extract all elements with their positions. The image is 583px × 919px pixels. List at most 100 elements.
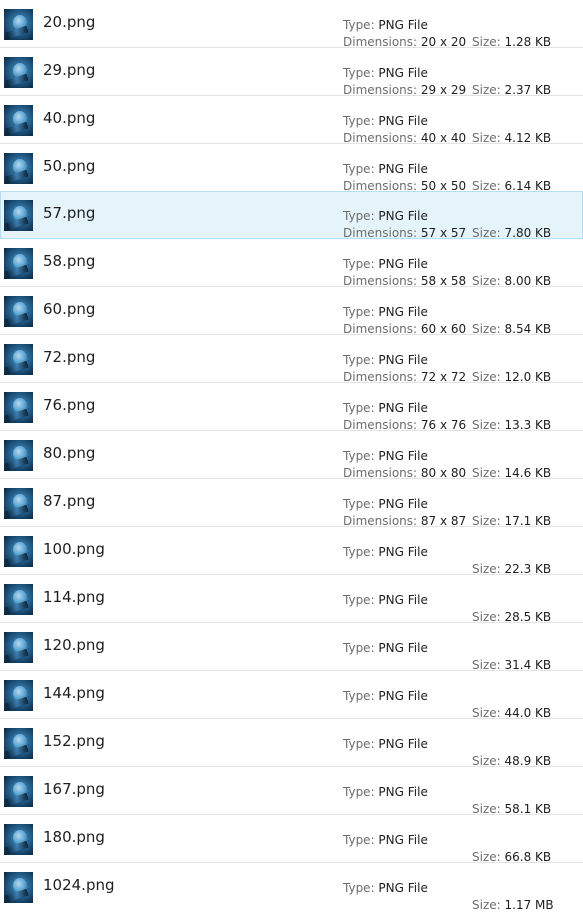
dimensions-label: Dimensions:: [343, 274, 421, 288]
image-thumbnail-icon: [4, 728, 33, 759]
dimensions-value: 57 x 57: [420, 226, 467, 240]
file-type: Type: PNG File: [343, 833, 428, 848]
file-name: 57.png: [43, 204, 96, 222]
file-type: Type: PNG File: [343, 593, 428, 608]
size-value: 48.9 KB: [504, 754, 552, 768]
size-value: 58.1 KB: [504, 802, 552, 816]
image-thumbnail-icon: [4, 57, 33, 88]
file-name: 167.png: [43, 780, 105, 798]
file-name: 100.png: [43, 540, 105, 558]
size-value: 14.6 KB: [504, 466, 552, 480]
type-value: PNG File: [378, 593, 428, 607]
size-label: Size:: [472, 754, 505, 768]
file-row[interactable]: 40.png Type: PNG File Dimensions: 40 x 4…: [0, 96, 583, 145]
type-label: Type:: [343, 449, 379, 463]
file-name: 144.png: [43, 684, 105, 702]
image-thumbnail-icon: [4, 392, 33, 423]
file-type: Type: PNG File: [343, 545, 428, 560]
image-thumbnail-icon: [4, 153, 33, 184]
file-name: 114.png: [43, 588, 105, 606]
file-row[interactable]: 144.png Type: PNG File Size: 44.0 KB: [0, 671, 583, 720]
image-thumbnail-icon: [4, 824, 33, 855]
dimensions-value: 20 x 20: [420, 35, 467, 49]
file-row[interactable]: 76.png Type: PNG File Dimensions: 76 x 7…: [0, 383, 583, 432]
size-value: 12.0 KB: [504, 370, 552, 384]
file-type: Type: PNG File: [343, 305, 428, 320]
file-row[interactable]: 57.png Type: PNG File Dimensions: 57 x 5…: [0, 191, 583, 240]
size-label: Size:: [472, 850, 505, 864]
type-label: Type:: [343, 833, 379, 847]
file-row[interactable]: 120.png Type: PNG File Size: 31.4 KB: [0, 623, 583, 672]
size-value: 2.37 KB: [504, 83, 552, 97]
file-type: Type: PNG File: [343, 209, 428, 224]
file-list: 20.png Type: PNG File Dimensions: 20 x 2…: [0, 0, 583, 912]
file-name: 80.png: [43, 444, 96, 462]
image-thumbnail-icon: [4, 584, 33, 615]
dimensions-value: 58 x 58: [420, 274, 467, 288]
file-row[interactable]: 1024.png Type: PNG File Size: 1.17 MB: [0, 863, 583, 912]
size-label: Size:: [472, 706, 505, 720]
type-value: PNG File: [378, 353, 428, 367]
file-row[interactable]: 29.png Type: PNG File Dimensions: 29 x 2…: [0, 48, 583, 97]
file-name: 76.png: [43, 396, 96, 414]
dimensions-value: 87 x 87: [420, 514, 467, 528]
file-row[interactable]: 152.png Type: PNG File Size: 48.9 KB: [0, 719, 583, 768]
file-type: Type: PNG File: [343, 449, 428, 464]
size-label: Size:: [472, 418, 505, 432]
size-value: 13.3 KB: [504, 418, 552, 432]
file-row[interactable]: 50.png Type: PNG File Dimensions: 50 x 5…: [0, 144, 583, 193]
dimensions-value: 76 x 76: [420, 418, 467, 432]
size-value: 44.0 KB: [504, 706, 552, 720]
file-type: Type: PNG File: [343, 641, 428, 656]
size-value: 8.54 KB: [504, 322, 552, 336]
type-label: Type:: [343, 785, 379, 799]
file-name: 120.png: [43, 636, 105, 654]
file-name: 29.png: [43, 61, 96, 79]
type-value: PNG File: [378, 449, 428, 463]
dimensions-value: 29 x 29: [420, 83, 467, 97]
file-row[interactable]: 100.png Type: PNG File Size: 22.3 KB: [0, 527, 583, 576]
type-label: Type:: [343, 689, 379, 703]
size-value: 1.28 KB: [504, 35, 552, 49]
size-label: Size:: [472, 370, 505, 384]
image-thumbnail-icon: [4, 536, 33, 567]
dimensions-label: Dimensions:: [343, 35, 421, 49]
image-thumbnail-icon: [4, 105, 33, 136]
image-thumbnail-icon: [4, 776, 33, 807]
image-thumbnail-icon: [4, 488, 33, 519]
dimensions-label: Dimensions:: [343, 370, 421, 384]
file-row[interactable]: 20.png Type: PNG File Dimensions: 20 x 2…: [0, 0, 583, 49]
file-type: Type: PNG File: [343, 689, 428, 704]
size-value: 7.80 KB: [504, 226, 552, 240]
file-row[interactable]: 60.png Type: PNG File Dimensions: 60 x 6…: [0, 287, 583, 336]
dimensions-label: Dimensions:: [343, 418, 421, 432]
file-row[interactable]: 87.png Type: PNG File Dimensions: 87 x 8…: [0, 479, 583, 528]
type-label: Type:: [343, 257, 379, 271]
type-label: Type:: [343, 353, 379, 367]
size-value: 8.00 KB: [504, 274, 552, 288]
size-value: 17.1 KB: [504, 514, 552, 528]
file-row[interactable]: 58.png Type: PNG File Dimensions: 58 x 5…: [0, 239, 583, 288]
image-thumbnail-icon: [4, 9, 33, 40]
file-type: Type: PNG File: [343, 497, 428, 512]
file-row[interactable]: 167.png Type: PNG File Size: 58.1 KB: [0, 767, 583, 816]
type-label: Type:: [343, 114, 379, 128]
dimensions-label: Dimensions:: [343, 322, 421, 336]
file-row[interactable]: 72.png Type: PNG File Dimensions: 72 x 7…: [0, 335, 583, 384]
file-type: Type: PNG File: [343, 66, 428, 81]
type-value: PNG File: [378, 257, 428, 271]
image-thumbnail-icon: [4, 680, 33, 711]
file-row[interactable]: 114.png Type: PNG File Size: 28.5 KB: [0, 575, 583, 624]
size-label: Size:: [472, 658, 505, 672]
file-type: Type: PNG File: [343, 353, 428, 368]
file-type: Type: PNG File: [343, 785, 428, 800]
type-label: Type:: [343, 401, 379, 415]
size-label: Size:: [472, 898, 505, 912]
file-row[interactable]: 180.png Type: PNG File Size: 66.8 KB: [0, 815, 583, 864]
dimensions-label: Dimensions:: [343, 514, 421, 528]
type-label: Type:: [343, 497, 379, 511]
size-label: Size:: [472, 131, 505, 145]
type-value: PNG File: [378, 66, 428, 80]
file-row[interactable]: 80.png Type: PNG File Dimensions: 80 x 8…: [0, 431, 583, 480]
image-thumbnail-icon: [4, 248, 33, 279]
